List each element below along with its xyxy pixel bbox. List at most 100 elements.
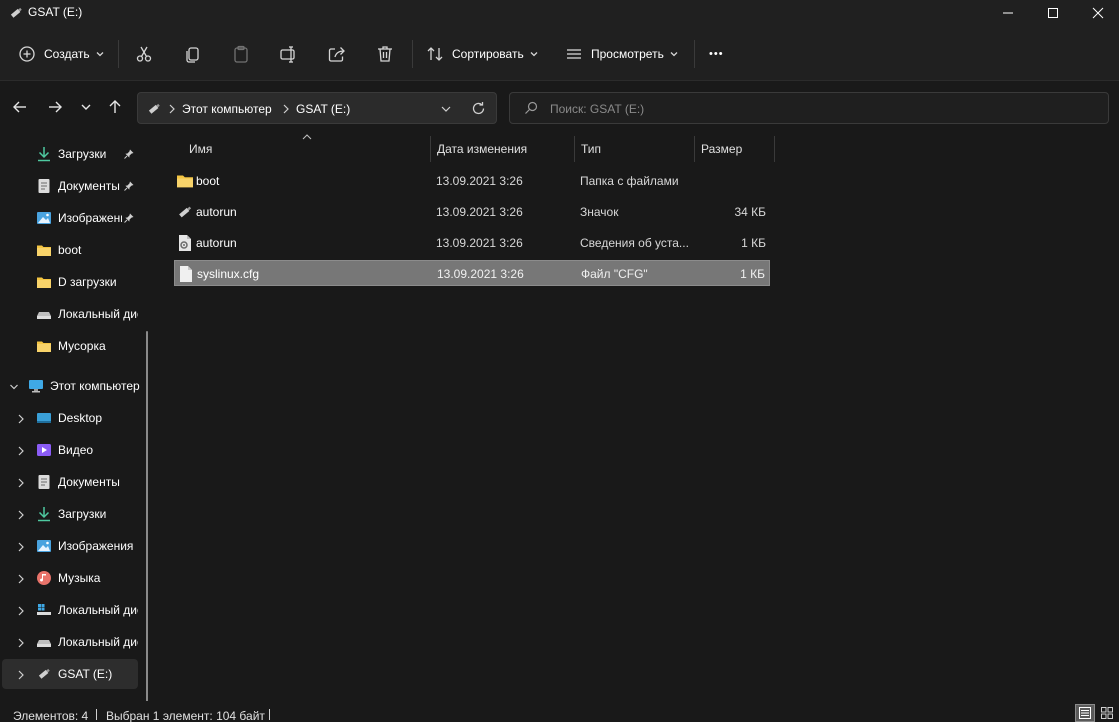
sidebar-item-boot[interactable]: boot [0, 235, 140, 265]
column-divider[interactable] [694, 136, 695, 162]
view-button[interactable]: Просмотреть [565, 38, 678, 70]
sort-button[interactable]: Сортировать [426, 38, 538, 70]
navigation-bar: Этот компьютер GSAT (E:) [0, 81, 1119, 131]
status-bar: Элементов: 4 Выбран 1 элемент: 104 байт [0, 701, 1119, 722]
sidebar-item-documents-pinned[interactable]: Документы [0, 171, 140, 201]
file-date: 13.09.2021 3:26 [436, 236, 523, 250]
sidebar-item-downloads[interactable]: Загрузки [0, 499, 140, 529]
refresh-button[interactable] [471, 101, 486, 119]
chevron-right-icon[interactable] [17, 669, 25, 683]
sidebar-item-d-downloads[interactable]: D загрузки [0, 267, 140, 297]
sidebar-item-gsat[interactable]: GSAT (E:) [2, 659, 138, 689]
sidebar-item-local-disk-c[interactable]: Локальный диск [0, 595, 140, 625]
new-button[interactable]: Создать [18, 38, 104, 70]
recent-locations-button[interactable] [74, 95, 98, 119]
search-input[interactable] [550, 100, 1090, 118]
chevron-right-icon[interactable] [17, 445, 25, 459]
file-row[interactable]: boot 13.09.2021 3:26 Папка с файлами [174, 168, 770, 194]
sidebar-item-label: Изображения [58, 211, 122, 225]
sidebar-scrollbar[interactable] [146, 331, 148, 701]
copy-button[interactable] [183, 38, 203, 70]
minimize-icon [1003, 12, 1013, 14]
sidebar-item-label: D загрузки [58, 275, 117, 289]
sort-button-label: Сортировать [452, 47, 524, 61]
chevron-right-icon[interactable] [17, 477, 25, 491]
minimize-button[interactable] [985, 0, 1031, 26]
arrow-right-icon [49, 101, 62, 113]
file-name: boot [196, 174, 220, 188]
chevron-down-icon [441, 106, 451, 112]
chevron-right-icon[interactable] [17, 637, 25, 651]
column-divider[interactable] [774, 136, 775, 162]
share-button[interactable] [327, 38, 347, 70]
chevron-down-icon [81, 104, 91, 110]
back-button[interactable] [8, 95, 32, 119]
download-icon [36, 506, 52, 522]
delete-button[interactable] [375, 38, 395, 70]
tiles-view-button[interactable] [1097, 704, 1117, 722]
rename-button[interactable] [279, 38, 299, 70]
file-name: autorun [196, 205, 237, 219]
sidebar-item-videos[interactable]: Видео [0, 435, 140, 465]
column-header-size[interactable]: Размер [701, 142, 742, 166]
chevron-right-icon[interactable] [17, 413, 25, 427]
sort-ascending-icon [302, 134, 312, 140]
forward-button[interactable] [43, 95, 67, 119]
column-divider[interactable] [574, 136, 575, 162]
breadcrumb-gsat[interactable]: GSAT (E:) [296, 102, 350, 116]
chevron-right-icon[interactable] [17, 541, 25, 555]
file-row[interactable]: autorun 13.09.2021 3:26 Значок 34 КБ [174, 199, 770, 225]
file-date: 13.09.2021 3:26 [436, 205, 523, 219]
sidebar-item-trash-folder[interactable]: Мусорка [0, 331, 140, 361]
navigation-pane: Загрузки Документы Изображения boot D за… [0, 131, 148, 701]
file-row-selected[interactable]: syslinux.cfg 13.09.2021 3:26 Файл "CFG" … [174, 260, 770, 286]
sidebar-item-downloads-pinned[interactable]: Загрузки [0, 139, 140, 169]
chevron-down-icon [530, 52, 538, 57]
drive-icon [36, 634, 52, 650]
system-drive-icon [36, 602, 52, 618]
usb-drive-icon [146, 101, 162, 120]
chevron-right-icon [168, 103, 176, 117]
column-header-date[interactable]: Дата изменения [437, 142, 527, 166]
more-options-label: ••• [709, 48, 724, 60]
copy-icon [186, 47, 199, 63]
file-size: 1 КБ [740, 267, 765, 281]
search-box[interactable] [509, 92, 1109, 124]
sidebar-item-local-disk-pinned[interactable]: Локальный диск [0, 299, 140, 329]
sidebar-item-documents[interactable]: Документы [0, 467, 140, 497]
maximize-button[interactable] [1030, 0, 1076, 26]
sidebar-item-label: Изображения [58, 539, 134, 553]
more-options-button[interactable]: ••• [709, 38, 724, 70]
close-icon [1092, 7, 1104, 19]
column-header-type[interactable]: Тип [581, 142, 601, 166]
up-button[interactable] [103, 95, 127, 119]
file-row[interactable]: autorun 13.09.2021 3:26 Сведения об уста… [174, 230, 770, 256]
sidebar-item-local-disk-d[interactable]: Локальный диск [0, 627, 140, 657]
cut-button[interactable] [134, 38, 154, 70]
address-bar[interactable]: Этот компьютер GSAT (E:) [137, 92, 497, 124]
breadcrumb-this-pc[interactable]: Этот компьютер [182, 102, 272, 116]
tiles-view-icon [1101, 707, 1113, 719]
column-header-name[interactable]: Имя [189, 142, 212, 166]
sidebar-item-music[interactable]: Музыка [0, 563, 140, 593]
column-divider[interactable] [430, 136, 431, 162]
sidebar-item-desktop[interactable]: Desktop [0, 403, 140, 433]
address-dropdown-button[interactable] [440, 103, 452, 118]
close-button[interactable] [1075, 0, 1119, 26]
chevron-right-icon[interactable] [17, 509, 25, 523]
sidebar-item-pictures[interactable]: Изображения [0, 531, 140, 561]
details-view-button[interactable] [1075, 704, 1095, 722]
sidebar-item-pictures-pinned[interactable]: Изображения [0, 203, 140, 233]
file-icon [177, 265, 195, 283]
paste-button[interactable] [231, 38, 251, 70]
chevron-down-icon[interactable] [9, 381, 19, 395]
sidebar-item-label: Локальный диск [58, 635, 138, 649]
chevron-right-icon[interactable] [17, 605, 25, 619]
usb-drive-icon [176, 203, 194, 221]
item-count: Элементов: 4 [13, 709, 89, 722]
toolbar-divider [412, 40, 413, 68]
chevron-right-icon[interactable] [17, 573, 25, 587]
paste-icon [234, 45, 248, 63]
sidebar-item-this-pc[interactable]: Этот компьютер [0, 371, 140, 401]
sidebar-item-label: GSAT (E:) [58, 667, 113, 681]
